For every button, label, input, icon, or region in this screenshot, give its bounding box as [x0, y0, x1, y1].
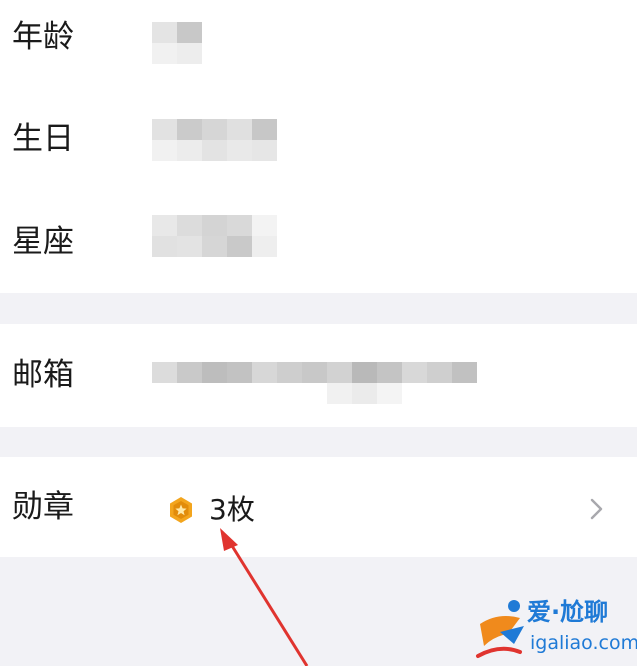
medal-row[interactable]: 勋章: [0, 457, 637, 557]
email-row[interactable]: 邮箱: [0, 324, 637, 427]
age-label: 年龄: [12, 19, 74, 55]
birthday-label: 生日: [12, 121, 74, 157]
zodiac-value-blurred: [152, 215, 277, 257]
watermark-url: igaliao.com: [530, 632, 637, 654]
email-label: 邮箱: [12, 357, 74, 393]
zodiac-label: 星座: [12, 224, 74, 260]
birthday-value-blurred: [152, 119, 277, 161]
medal-count: 3枚: [209, 493, 255, 526]
age-row[interactable]: 年龄: [0, 0, 637, 95]
birthday-row[interactable]: 生日: [0, 95, 637, 195]
email-value-blurred: [152, 362, 477, 404]
medal-star-icon: [170, 497, 192, 523]
watermark-title: 爱·尬聊: [527, 598, 609, 626]
age-value-blurred: [152, 22, 202, 64]
zodiac-row[interactable]: 星座: [0, 195, 637, 293]
profile-card-basic: 年龄 生日 星座: [0, 0, 637, 293]
profile-card-medal: 勋章: [0, 457, 637, 557]
chevron-right-icon[interactable]: [586, 496, 608, 522]
medal-label: 勋章: [12, 489, 74, 525]
profile-card-email: 邮箱: [0, 324, 637, 427]
